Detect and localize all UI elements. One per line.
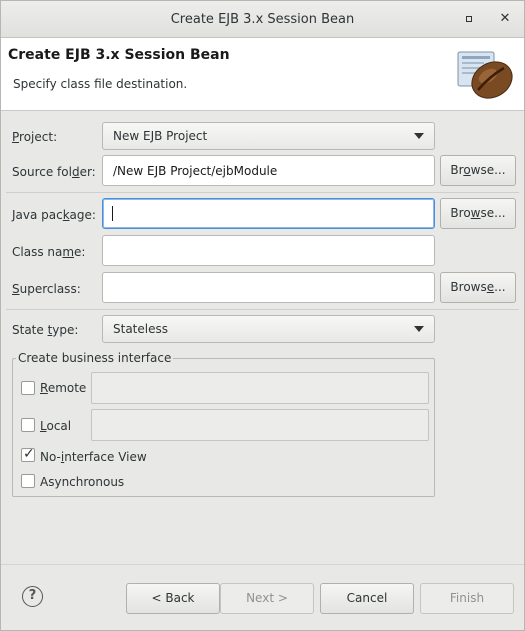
finish-button[interactable]: Finish <box>420 583 514 614</box>
source-folder-input[interactable]: /New EJB Project/ejbModule <box>102 155 435 186</box>
project-value: New EJB Project <box>113 129 208 143</box>
java-package-label: Java package: <box>12 208 96 222</box>
close-button[interactable]: ✕ <box>496 10 514 28</box>
no-interface-view-checkbox[interactable]: ✓ <box>21 446 35 462</box>
local-interface-field <box>91 409 429 441</box>
asynchronous-label: Asynchronous <box>40 475 125 489</box>
next-button[interactable]: Next > <box>220 583 314 614</box>
asynchronous-checkbox[interactable] <box>21 474 35 488</box>
superclass-label: Superclass: <box>12 282 81 296</box>
state-type-value: Stateless <box>113 322 168 336</box>
superclass-browse-button[interactable]: Browse... <box>440 272 516 303</box>
remote-label: Remote <box>40 381 87 395</box>
separator <box>6 192 519 193</box>
local-checkbox[interactable] <box>21 418 35 432</box>
remote-interface-field <box>91 372 429 404</box>
maximize-icon <box>466 16 472 22</box>
state-type-label: State type: <box>12 323 79 337</box>
remote-checkbox[interactable] <box>21 381 35 395</box>
maximize-button[interactable] <box>460 10 478 28</box>
separator <box>6 309 519 310</box>
checkmark-icon: ✓ <box>23 446 35 462</box>
back-button[interactable]: < Back <box>126 583 220 614</box>
state-type-combo[interactable]: Stateless <box>102 315 435 343</box>
java-package-input[interactable] <box>102 198 435 229</box>
source-folder-label: Source folder: <box>12 165 96 179</box>
help-icon[interactable]: ? <box>22 586 43 607</box>
source-folder-browse-button[interactable]: Browse... <box>440 155 516 186</box>
close-icon: ✕ <box>499 11 511 26</box>
wizard-description: Specify class file destination. <box>13 77 188 91</box>
business-interface-group-title: Create business interface <box>16 351 174 365</box>
class-name-label: Class name: <box>12 245 86 259</box>
project-label: Project: <box>12 130 58 144</box>
title-bar: Create EJB 3.x Session Bean ✕ <box>1 1 524 38</box>
project-combo[interactable]: New EJB Project <box>102 122 435 150</box>
source-folder-value: /New EJB Project/ejbModule <box>113 164 278 178</box>
java-package-browse-button[interactable]: Browse... <box>440 198 516 229</box>
local-label: Local <box>40 419 72 433</box>
class-name-input[interactable] <box>102 235 435 266</box>
window-title: Create EJB 3.x Session Bean <box>170 12 355 27</box>
chevron-down-icon <box>414 133 424 139</box>
wizard-header: Create EJB 3.x Session Bean Specify clas… <box>1 38 524 111</box>
wizard-title: Create EJB 3.x Session Bean <box>8 47 230 63</box>
no-interface-view-label: No-interface View <box>40 450 147 464</box>
chevron-down-icon <box>414 326 424 332</box>
text-caret <box>112 206 113 221</box>
footer-separator <box>1 564 524 565</box>
dialog-window: Create EJB 3.x Session Bean ✕ Create EJB… <box>0 0 525 631</box>
superclass-input[interactable] <box>102 272 435 303</box>
coffee-bean-icon <box>457 51 513 99</box>
cancel-button[interactable]: Cancel <box>320 583 414 614</box>
